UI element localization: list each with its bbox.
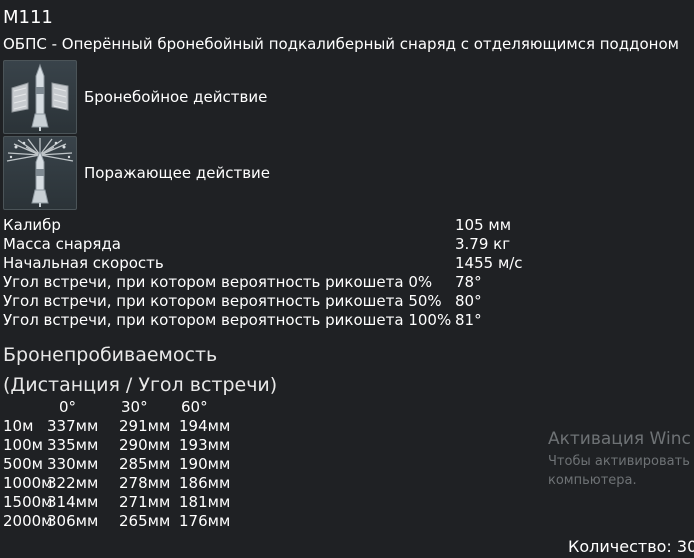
penetration-value: 194мм xyxy=(179,417,231,435)
penetration-subtitle: (Дистанция / Угол встречи) xyxy=(3,374,278,396)
stat-value: 80° xyxy=(455,292,482,310)
windows-activation-line: компьютера. xyxy=(548,473,637,488)
penetration-value: 290мм xyxy=(119,436,171,454)
armor-piercing-effect-icon xyxy=(3,60,77,134)
stat-row-ricochet-0: Угол встречи, при котором вероятность ри… xyxy=(3,273,563,292)
penetration-value: 330мм xyxy=(47,455,99,473)
stat-value: 78° xyxy=(455,273,482,291)
stat-value: 81° xyxy=(455,311,482,329)
penetration-value: 193мм xyxy=(179,436,231,454)
penetration-value: 306мм xyxy=(47,512,99,530)
stat-label: Калибр xyxy=(3,216,61,234)
penetration-title: Бронепробиваемость xyxy=(3,344,218,366)
stat-row-ricochet-100: Угол встречи, при котором вероятность ри… xyxy=(3,311,563,330)
angle-header: 30° xyxy=(121,398,148,416)
penetration-value: 278мм xyxy=(119,474,171,492)
damage-effect[interactable]: Поражающее действие xyxy=(3,136,333,210)
penetration-value: 285мм xyxy=(119,455,171,473)
penetration-value: 176мм xyxy=(179,512,231,530)
shell-stats: Калибр 105 мм Масса снаряда 3.79 кг Нача… xyxy=(3,216,563,330)
penetration-value: 186мм xyxy=(179,474,231,492)
penetration-value: 314мм xyxy=(47,493,99,511)
stat-label: Угол встречи, при котором вероятность ри… xyxy=(3,292,442,310)
penetration-value: 265мм xyxy=(119,512,171,530)
penetration-value: 271мм xyxy=(119,493,171,511)
shell-description: ОБПС - Оперённый бронебойный подкалиберн… xyxy=(3,35,679,53)
stat-label: Угол встречи, при котором вероятность ри… xyxy=(3,311,452,329)
stat-value: 1455 м/с xyxy=(455,254,523,272)
distance-cell: 1000м xyxy=(3,474,53,492)
stat-value: 3.79 кг xyxy=(455,235,511,253)
penetration-value: 181мм xyxy=(179,493,231,511)
stat-row-mass: Масса снаряда 3.79 кг xyxy=(3,235,563,254)
penetration-value: 291мм xyxy=(119,417,171,435)
distance-cell: 500м xyxy=(3,455,43,473)
stat-label: Начальная скорость xyxy=(3,254,164,272)
damage-effect-icon xyxy=(3,136,77,210)
penetration-value: 335мм xyxy=(47,436,99,454)
damage-effect-label: Поражающее действие xyxy=(84,164,271,182)
distance-cell: 2000м xyxy=(3,512,53,530)
windows-activation-title: Активация Winc xyxy=(548,429,691,449)
stat-label: Масса снаряда xyxy=(3,235,121,253)
quantity-label: Количество: 30 xyxy=(568,537,694,556)
angle-header: 0° xyxy=(59,398,77,416)
stat-value: 105 мм xyxy=(455,216,512,234)
armor-piercing-effect[interactable]: Бронебойное действие xyxy=(3,60,333,134)
stat-row-caliber: Калибр 105 мм xyxy=(3,216,563,235)
armor-piercing-effect-label: Бронебойное действие xyxy=(84,88,268,106)
distance-cell: 100м xyxy=(3,436,43,454)
penetration-value: 190мм xyxy=(179,455,231,473)
penetration-value: 337мм xyxy=(47,417,99,435)
distance-cell: 10м xyxy=(3,417,34,435)
stat-row-ricochet-50: Угол встречи, при котором вероятность ри… xyxy=(3,292,563,311)
shell-name: M111 xyxy=(3,7,53,28)
windows-activation-line: Чтобы активировать xyxy=(548,454,690,469)
penetration-value: 322мм xyxy=(47,474,99,492)
stat-row-muzzle-velocity: Начальная скорость 1455 м/с xyxy=(3,254,563,273)
angle-header: 60° xyxy=(181,398,208,416)
stat-label: Угол встречи, при котором вероятность ри… xyxy=(3,273,433,291)
distance-cell: 1500м xyxy=(3,493,53,511)
